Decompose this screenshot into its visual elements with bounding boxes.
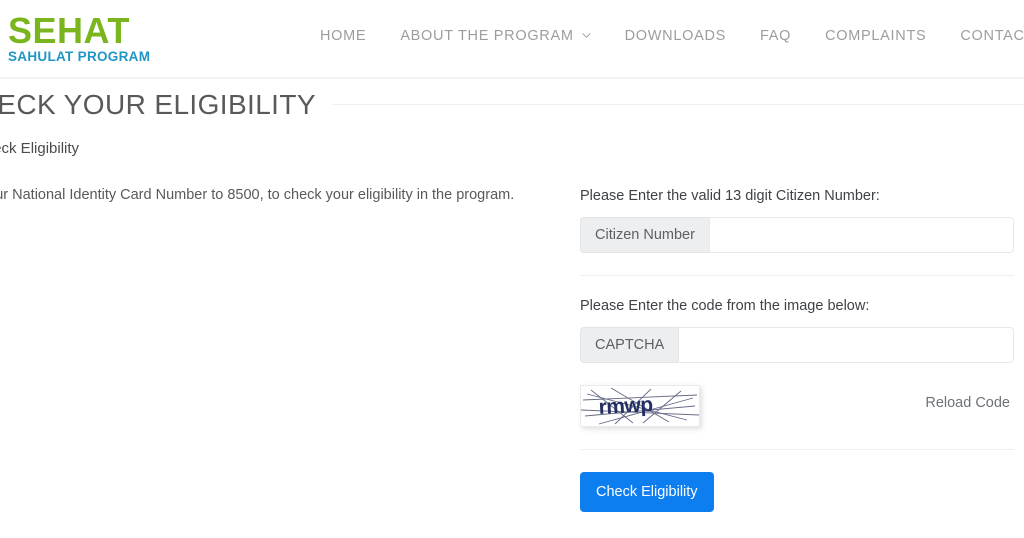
captcha-image: rmwp [580,385,700,427]
eligibility-form: Please Enter the valid 13 digit Citizen … [580,186,1014,512]
captcha-input-group: CAPTCHA [580,327,1014,363]
nav-item-label: COMPLAINTS [825,28,927,44]
page-title-band: CHECK YOUR ELIGIBILITY [0,78,1024,130]
reload-code-link[interactable]: Reload Code [925,395,1010,411]
logo-subtitle: SAHULAT PROGRAM [8,49,151,64]
nav-item-label: DOWNLOADS [624,28,726,44]
nav-item-faq[interactable]: FAQ [760,28,791,44]
nav-item-label: FAQ [760,28,792,44]
site-header: SEHAT SAHULAT PROGRAM HOME ABOUT THE PRO… [0,0,1024,78]
site-logo[interactable]: SEHAT SAHULAT PROGRAM [8,12,228,65]
nav-item-home[interactable]: HOME [320,28,366,44]
nav-item-contact-us[interactable]: CONTACT US [960,28,1024,44]
captcha-row: rmwp Reload Code [580,385,1014,427]
form-divider-1 [580,275,1014,276]
nav-item-label: CONTACT US [960,28,1024,44]
citizen-number-label: Please Enter the valid 13 digit Citizen … [580,188,880,204]
citizen-number-input[interactable] [708,217,1014,253]
nav-item-label: HOME [320,28,367,44]
left-content-column: Check Eligibility Send your National Ide… [0,138,520,206]
chevron-down-icon [582,31,591,40]
submit-row: Check Eligibility [580,472,1014,512]
captcha-addon: CAPTCHA [580,327,679,363]
nav-item-complaints[interactable]: COMPLAINTS [825,28,926,44]
main-navigation: HOME ABOUT THE PROGRAM DOWNLOADS FAQ COM… [320,28,1024,44]
nav-item-about-the-program[interactable]: ABOUT THE PROGRAM [400,28,591,44]
form-divider-2 [580,449,1014,450]
section-paragraph: Send your National Identity Card Number … [0,187,515,203]
captcha-input[interactable] [678,327,1014,363]
captcha-text: rmwp [598,393,653,419]
check-eligibility-button[interactable]: Check Eligibility [580,472,714,512]
logo-title: SEHAT [8,10,130,51]
nav-item-label: ABOUT THE PROGRAM [400,28,574,44]
citizen-number-addon: Citizen Number [580,217,709,253]
captcha-label: Please Enter the code from the image bel… [580,298,870,314]
nav-item-downloads[interactable]: DOWNLOADS [625,28,726,44]
page-title: CHECK YOUR ELIGIBILITY [0,88,316,120]
title-divider [331,104,1024,105]
citizen-number-input-group: Citizen Number [580,217,1014,253]
section-heading: Check Eligibility [0,140,80,157]
